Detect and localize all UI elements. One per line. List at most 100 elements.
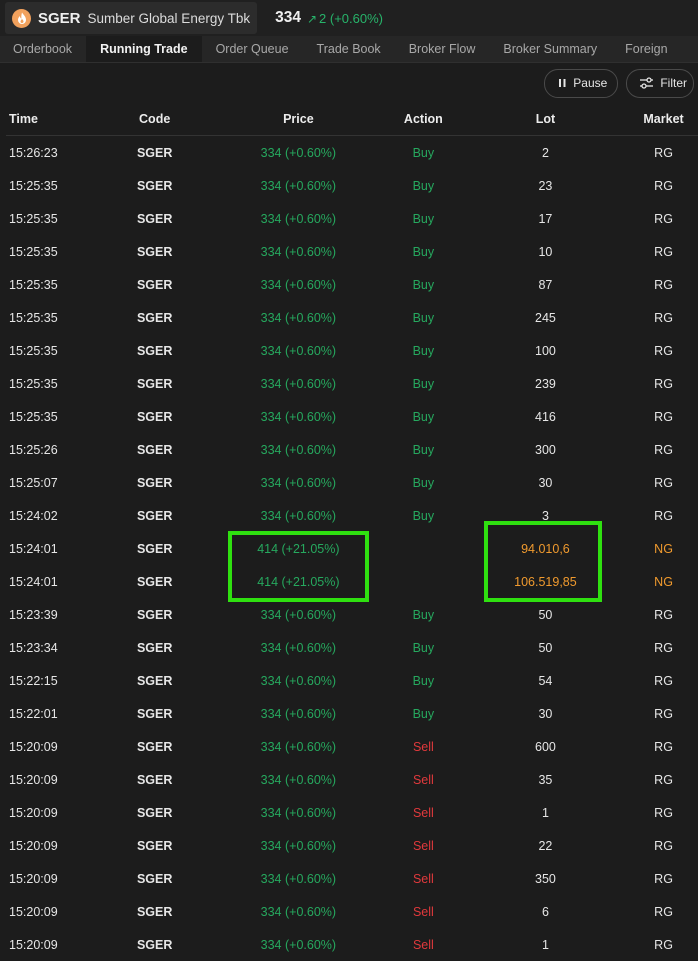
cell-time: 15:23:39	[9, 607, 58, 622]
filter-button[interactable]: Filter	[626, 68, 694, 98]
cell-lot: 6	[541, 904, 549, 919]
cell-code: SGER	[136, 508, 173, 523]
table-row[interactable]: 15:25:35 SGER 334 (+0.60%) Buy 17 RG	[6, 202, 698, 235]
cell-code: SGER	[136, 904, 173, 919]
cell-price: 334 (+0.60%)	[260, 706, 337, 721]
table-row[interactable]: 15:25:35 SGER 334 (+0.60%) Buy 10 RG	[6, 235, 698, 268]
cell-action: Buy	[412, 706, 435, 721]
cell-code: SGER	[136, 541, 173, 556]
table-row[interactable]: 15:25:35 SGER 334 (+0.60%) Buy 100 RG	[6, 334, 698, 367]
table-row[interactable]: 15:20:09 SGER 334 (+0.60%) Sell 1 RG	[6, 928, 698, 961]
tab-broker-summary[interactable]: Broker Summary	[489, 36, 611, 62]
cell-price: 334 (+0.60%)	[260, 739, 337, 754]
cell-price: 334 (+0.60%)	[260, 871, 337, 886]
tab-running-trade[interactable]: Running Trade	[86, 36, 202, 62]
cell-time: 15:20:09	[9, 805, 58, 820]
cell-time: 15:25:35	[9, 211, 58, 226]
cell-market: RG	[654, 739, 673, 754]
col-code[interactable]: Code	[98, 112, 212, 126]
table-row[interactable]: 15:22:15 SGER 334 (+0.60%) Buy 54 RG	[6, 664, 698, 697]
cell-code: SGER	[136, 937, 173, 952]
cell-market: RG	[654, 310, 673, 325]
table-row[interactable]: 15:20:09 SGER 334 (+0.60%) Sell 1 RG	[6, 796, 698, 829]
table-row[interactable]: 15:26:23 SGER 334 (+0.60%) Buy 2 RG	[6, 136, 698, 169]
cell-time: 15:25:26	[9, 442, 58, 457]
table-header: Time Code Price Action Lot Market	[6, 103, 698, 136]
cell-time: 15:25:07	[9, 475, 58, 490]
cell-market: RG	[654, 838, 673, 853]
table-row[interactable]: 15:22:01 SGER 334 (+0.60%) Buy 30 RG	[6, 697, 698, 730]
tab-foreign[interactable]: Foreign	[611, 36, 681, 62]
cell-price: 334 (+0.60%)	[260, 937, 337, 952]
cell-time: 15:25:35	[9, 409, 58, 424]
cell-code: SGER	[136, 145, 173, 160]
table-row[interactable]: 15:25:35 SGER 334 (+0.60%) Buy 245 RG	[6, 301, 698, 334]
cell-time: 15:23:34	[9, 640, 58, 655]
stock-selector[interactable]: SGER Sumber Global Energy Tbk	[5, 2, 258, 34]
col-lot[interactable]: Lot	[462, 112, 629, 126]
table-row[interactable]: 15:20:09 SGER 334 (+0.60%) Sell 600 RG	[6, 730, 698, 763]
cell-time: 15:25:35	[9, 343, 58, 358]
table-row[interactable]: 15:23:39 SGER 334 (+0.60%) Buy 50 RG	[6, 598, 698, 631]
cell-code: SGER	[136, 475, 173, 490]
cell-lot: 2	[541, 145, 549, 160]
table-row[interactable]: 15:25:07 SGER 334 (+0.60%) Buy 30 RG	[6, 466, 698, 499]
cell-lot: 17	[538, 211, 553, 226]
cell-action: Buy	[412, 343, 435, 358]
cell-code: SGER	[136, 277, 173, 292]
cell-market: RG	[654, 805, 673, 820]
cell-code: SGER	[136, 178, 173, 193]
tab-orderbook[interactable]: Orderbook	[0, 36, 86, 62]
stock-header: SGER Sumber Global Energy Tbk 334 ↗ 2 (+0…	[0, 0, 698, 36]
table-row[interactable]: 15:25:26 SGER 334 (+0.60%) Buy 300 RG	[6, 433, 698, 466]
cell-lot: 50	[538, 640, 553, 655]
table-row[interactable]: 15:20:09 SGER 334 (+0.60%) Sell 35 RG	[6, 763, 698, 796]
cell-code: SGER	[136, 211, 173, 226]
col-price[interactable]: Price	[212, 112, 385, 126]
cell-action: Buy	[412, 178, 435, 193]
col-time[interactable]: Time	[6, 112, 98, 126]
cell-action: Buy	[412, 244, 435, 259]
cell-lot: 30	[538, 706, 553, 721]
table-row[interactable]: 15:20:09 SGER 334 (+0.60%) Sell 350 RG	[6, 862, 698, 895]
cell-action: Sell	[412, 838, 434, 853]
cell-time: 15:25:35	[9, 277, 58, 292]
cell-price: 334 (+0.60%)	[260, 772, 337, 787]
col-market[interactable]: Market	[629, 112, 698, 126]
tab-trade-book[interactable]: Trade Book	[303, 36, 395, 62]
table-row[interactable]: 15:20:09 SGER 334 (+0.60%) Sell 6 RG	[6, 895, 698, 928]
cell-action: Buy	[412, 673, 435, 688]
cell-code: SGER	[136, 310, 173, 325]
cell-time: 15:20:09	[9, 904, 58, 919]
cell-code: SGER	[136, 805, 173, 820]
cell-market: NG	[654, 574, 673, 589]
cell-action: Buy	[412, 607, 435, 622]
cell-code: SGER	[136, 838, 173, 853]
cell-market: RG	[654, 673, 673, 688]
cell-code: SGER	[136, 640, 173, 655]
pause-button[interactable]: Pause	[544, 68, 619, 98]
cell-price: 334 (+0.60%)	[260, 607, 337, 622]
table-row[interactable]: 15:23:34 SGER 334 (+0.60%) Buy 50 RG	[6, 631, 698, 664]
col-action[interactable]: Action	[385, 112, 462, 126]
cell-market: RG	[654, 607, 673, 622]
table-row[interactable]: 15:25:35 SGER 334 (+0.60%) Buy 239 RG	[6, 367, 698, 400]
table-row[interactable]: 15:25:35 SGER 334 (+0.60%) Buy 87 RG	[6, 268, 698, 301]
table-row[interactable]: 15:20:09 SGER 334 (+0.60%) Sell 22 RG	[6, 829, 698, 862]
cell-code: SGER	[136, 673, 173, 688]
cell-time: 15:24:02	[9, 508, 58, 523]
cell-action: Sell	[412, 772, 434, 787]
cell-code: SGER	[136, 739, 173, 754]
cell-price: 334 (+0.60%)	[260, 211, 337, 226]
tab-broker-flow[interactable]: Broker Flow	[395, 36, 490, 62]
tab-order-queue[interactable]: Order Queue	[202, 36, 303, 62]
cell-price: 334 (+0.60%)	[260, 310, 337, 325]
cell-action: Buy	[412, 508, 435, 523]
cell-time: 15:20:09	[9, 739, 58, 754]
table-row[interactable]: 15:25:35 SGER 334 (+0.60%) Buy 416 RG	[6, 400, 698, 433]
cell-lot: 1	[541, 805, 549, 820]
price-change: ↗ 2 (+0.60%)	[307, 11, 383, 26]
table-row[interactable]: 15:25:35 SGER 334 (+0.60%) Buy 23 RG	[6, 169, 698, 202]
cell-lot: 87	[538, 277, 553, 292]
cell-price: 334 (+0.60%)	[260, 805, 337, 820]
